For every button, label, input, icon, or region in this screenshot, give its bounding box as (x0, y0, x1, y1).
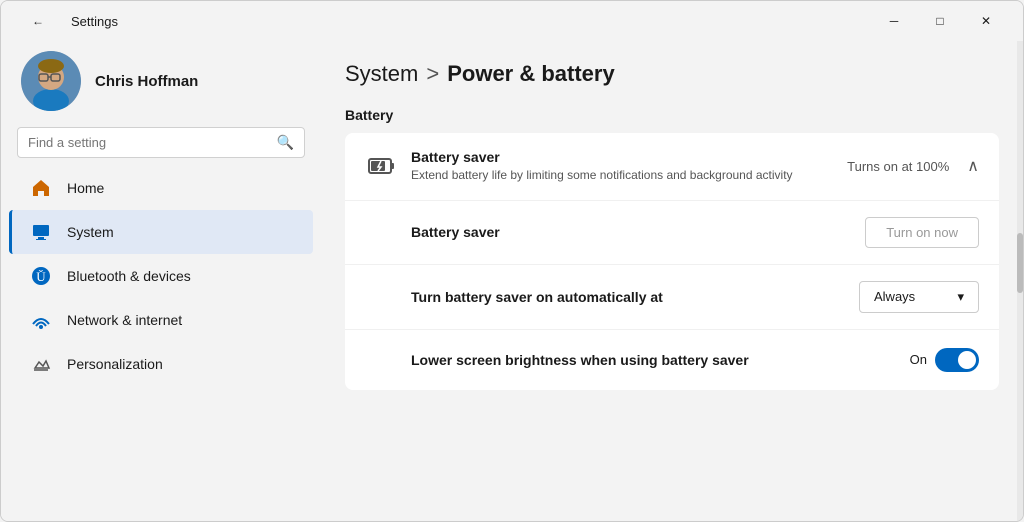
title-bar: ← Settings ─ □ ✕ (1, 1, 1023, 41)
avatar (21, 51, 81, 111)
maximize-button[interactable]: □ (917, 5, 963, 37)
breadcrumb-current: Power & battery (447, 61, 615, 87)
brightness-toggle[interactable] (935, 348, 979, 372)
scrollbar-track (1017, 41, 1023, 521)
minimize-button[interactable]: ─ (871, 5, 917, 37)
battery-saver-header-left: Battery saver Extend battery life by lim… (365, 149, 847, 184)
lower-brightness-row: Lower screen brightness when using batte… (345, 330, 999, 390)
sidebar-item-system-label: System (67, 224, 114, 240)
turn-on-auto-control: Always ▾ (859, 281, 979, 313)
section-title: Battery (345, 107, 999, 123)
dropdown-value: Always (874, 289, 915, 304)
turn-on-auto-title: Turn battery saver on automatically at (411, 289, 859, 305)
battery-saver-toggle-left: Battery saver (365, 224, 865, 240)
user-name: Chris Hoffman (95, 73, 198, 90)
battery-saver-title: Battery saver (411, 149, 847, 165)
breadcrumb-parent: System (345, 61, 418, 87)
battery-saver-icon (365, 150, 397, 182)
toggle-on-label: On (910, 352, 927, 367)
window-title: Settings (71, 14, 118, 29)
sidebar-item-network-label: Network & internet (67, 312, 182, 328)
battery-saver-toggle-text: Battery saver (411, 224, 865, 240)
close-button[interactable]: ✕ (963, 5, 1009, 37)
bluetooth-icon: Ǔ (29, 264, 53, 288)
settings-card: Battery saver Extend battery life by lim… (345, 133, 999, 390)
battery-saver-header-control: Turns on at 100% ∧ (847, 156, 979, 176)
turn-on-auto-text: Turn battery saver on automatically at (411, 289, 859, 305)
battery-saver-toggle-row: Battery saver Turn on now (345, 201, 999, 265)
sidebar: Chris Hoffman 🔍 Home (1, 41, 321, 521)
breadcrumb: System > Power & battery (345, 61, 999, 87)
title-bar-left: ← Settings (15, 5, 118, 37)
back-arrow-icon: ← (32, 14, 44, 28)
search-icon: 🔍 (277, 134, 294, 151)
expand-button[interactable]: ∧ (967, 156, 979, 176)
sidebar-item-personalization-label: Personalization (67, 356, 163, 372)
sidebar-item-personalization[interactable]: Personalization (9, 342, 313, 386)
search-input[interactable] (28, 135, 269, 150)
turn-on-auto-row: Turn battery saver on automatically at A… (345, 265, 999, 330)
battery-saver-header-row: Battery saver Extend battery life by lim… (345, 133, 999, 201)
sidebar-item-home-label: Home (67, 180, 104, 196)
sidebar-item-bluetooth-label: Bluetooth & devices (67, 268, 191, 284)
home-icon (29, 176, 53, 200)
sidebar-item-system[interactable]: System (9, 210, 313, 254)
always-dropdown[interactable]: Always ▾ (859, 281, 979, 313)
battery-saver-toggle-control: Turn on now (865, 217, 979, 248)
main-wrapper: System > Power & battery Battery (321, 41, 1023, 521)
turns-on-label: Turns on at 100% (847, 159, 949, 174)
settings-window: ← Settings ─ □ ✕ (0, 0, 1024, 522)
lower-brightness-control: On (910, 348, 979, 372)
lower-brightness-title: Lower screen brightness when using batte… (411, 352, 910, 368)
user-section: Chris Hoffman (1, 41, 321, 127)
svg-text:Ǔ: Ǔ (36, 269, 46, 284)
main-content: System > Power & battery Battery (321, 41, 1023, 410)
battery-saver-desc: Extend battery life by limiting some not… (411, 167, 847, 184)
sidebar-item-bluetooth[interactable]: Ǔ Bluetooth & devices (9, 254, 313, 298)
turn-on-auto-left: Turn battery saver on automatically at (365, 289, 859, 305)
sidebar-item-home[interactable]: Home (9, 166, 313, 210)
lower-brightness-left: Lower screen brightness when using batte… (365, 352, 910, 368)
sidebar-item-network[interactable]: Network & internet (9, 298, 313, 342)
window-controls: ─ □ ✕ (871, 5, 1009, 37)
lower-brightness-text: Lower screen brightness when using batte… (411, 352, 910, 368)
content-area: Chris Hoffman 🔍 Home (1, 41, 1023, 521)
nav-menu: Home System (1, 166, 321, 386)
turn-on-now-button[interactable]: Turn on now (865, 217, 979, 248)
breadcrumb-separator: > (426, 61, 439, 87)
brightness-toggle-switch[interactable]: On (910, 348, 979, 372)
battery-saver-text: Battery saver Extend battery life by lim… (411, 149, 847, 184)
dropdown-arrow-icon: ▾ (957, 289, 964, 305)
back-button[interactable]: ← (15, 5, 61, 37)
scrollbar-thumb[interactable] (1017, 233, 1023, 293)
search-box[interactable]: 🔍 (17, 127, 305, 158)
system-icon (29, 220, 53, 244)
network-icon (29, 308, 53, 332)
personalization-icon (29, 352, 53, 376)
battery-saver-toggle-title: Battery saver (411, 224, 865, 240)
